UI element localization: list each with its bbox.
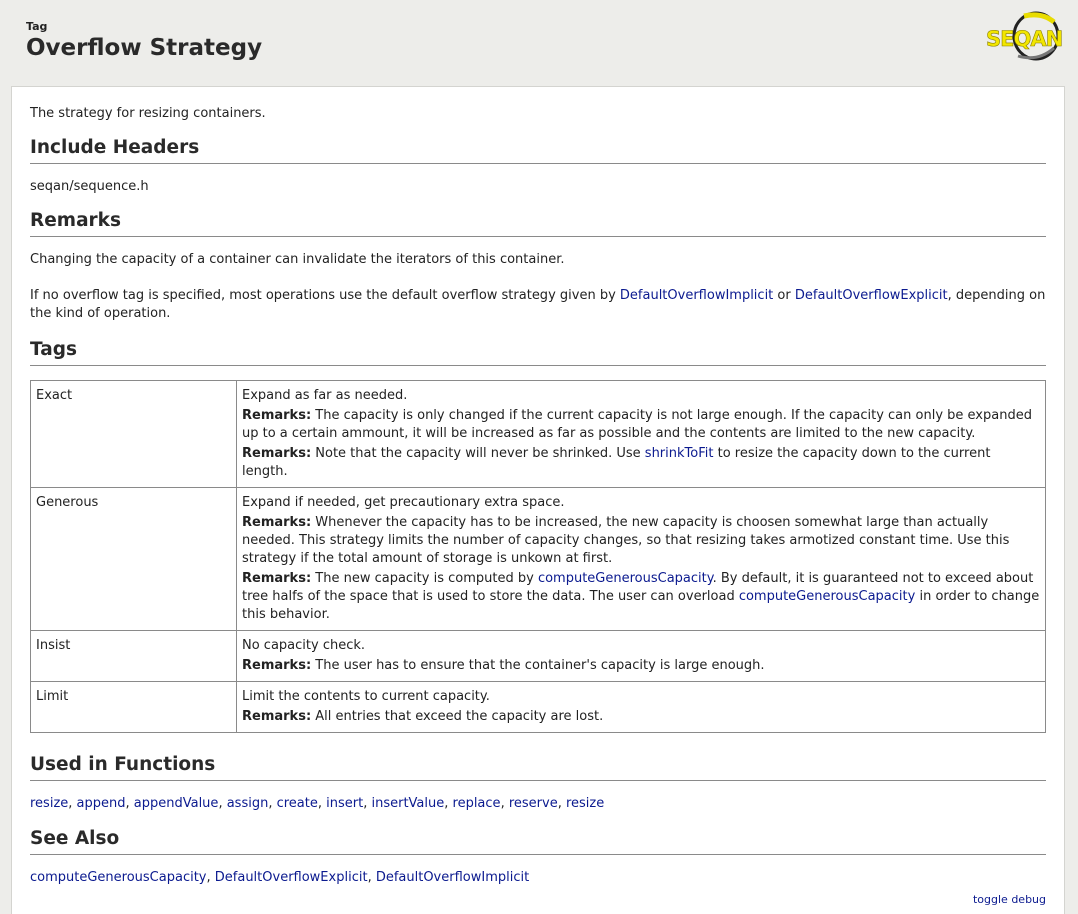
include-file: seqan/sequence.h: [30, 179, 149, 194]
see-also-heading: See Also: [30, 827, 1046, 855]
link-default-overflow-explicit[interactable]: DefaultOverflowExplicit: [795, 288, 948, 303]
function-link[interactable]: append: [77, 796, 126, 811]
functions-list: resize, append, appendValue, assign, cre…: [30, 796, 605, 811]
include-headers-heading: Include Headers: [30, 136, 1046, 164]
remarks-paragraph-2: If no overflow tag is specified, most op…: [30, 288, 1046, 321]
svg-text:SEQAN: SEQAN: [986, 27, 1062, 51]
link-default-overflow-implicit[interactable]: DefaultOverflowImplicit: [620, 288, 773, 303]
tag-description: Expand as far as needed. Remarks: The ca…: [236, 380, 1046, 488]
tag-name-limit: Limit: [30, 681, 237, 733]
summary-text: The strategy for resizing containers.: [30, 106, 266, 121]
tag-name-insist: Insist: [30, 630, 237, 682]
page-header: Tag Overflow Strategy SEQAN: [0, 0, 1078, 86]
tag-description: No capacity check. Remarks: The user has…: [236, 630, 1046, 682]
link-compute-generous-capacity[interactable]: computeGenerousCapacity: [739, 589, 916, 604]
remarks-heading: Remarks: [30, 209, 1046, 237]
table-row: Limit Limit the contents to current capa…: [30, 681, 1046, 733]
see-also-list: computeGenerousCapacity, DefaultOverflow…: [30, 870, 530, 885]
tag-name-generous: Generous: [30, 487, 237, 631]
function-link[interactable]: insertValue: [371, 796, 444, 811]
table-row: Insist No capacity check. Remarks: The u…: [30, 630, 1046, 682]
table-row: Generous Expand if needed, get precautio…: [30, 487, 1046, 631]
page-title: Overflow Strategy: [26, 35, 263, 61]
function-link[interactable]: replace: [453, 796, 501, 811]
remarks-paragraph-1: Changing the capacity of a container can…: [30, 252, 565, 267]
link-shrink-to-fit[interactable]: shrinkToFit: [645, 446, 714, 461]
used-in-functions-heading: Used in Functions: [30, 753, 1046, 781]
function-link[interactable]: resize: [566, 796, 604, 811]
toggle-debug-link[interactable]: toggle debug: [973, 893, 1046, 906]
function-link[interactable]: appendValue: [134, 796, 219, 811]
function-link[interactable]: reserve: [509, 796, 558, 811]
tag-description: Expand if needed, get precautionary extr…: [236, 487, 1046, 631]
link-compute-generous-capacity[interactable]: computeGenerousCapacity: [538, 571, 713, 586]
see-also-link[interactable]: DefaultOverflowExplicit: [215, 870, 368, 885]
function-link[interactable]: insert: [326, 796, 363, 811]
entity-kind: Tag: [26, 20, 48, 33]
function-link[interactable]: create: [277, 796, 318, 811]
function-link[interactable]: assign: [227, 796, 269, 811]
seqan-logo[interactable]: SEQAN: [984, 10, 1064, 62]
tag-name-exact: Exact: [30, 380, 237, 488]
see-also-link[interactable]: DefaultOverflowImplicit: [376, 870, 529, 885]
tag-description: Limit the contents to current capacity. …: [236, 681, 1046, 733]
tags-table: Exact Expand as far as needed. Remarks: …: [30, 380, 1046, 733]
table-row: Exact Expand as far as needed. Remarks: …: [30, 380, 1046, 488]
main-content: The strategy for resizing containers. In…: [11, 86, 1065, 914]
tags-heading: Tags: [30, 338, 1046, 366]
see-also-link[interactable]: computeGenerousCapacity: [30, 870, 207, 885]
function-link[interactable]: resize: [30, 796, 68, 811]
